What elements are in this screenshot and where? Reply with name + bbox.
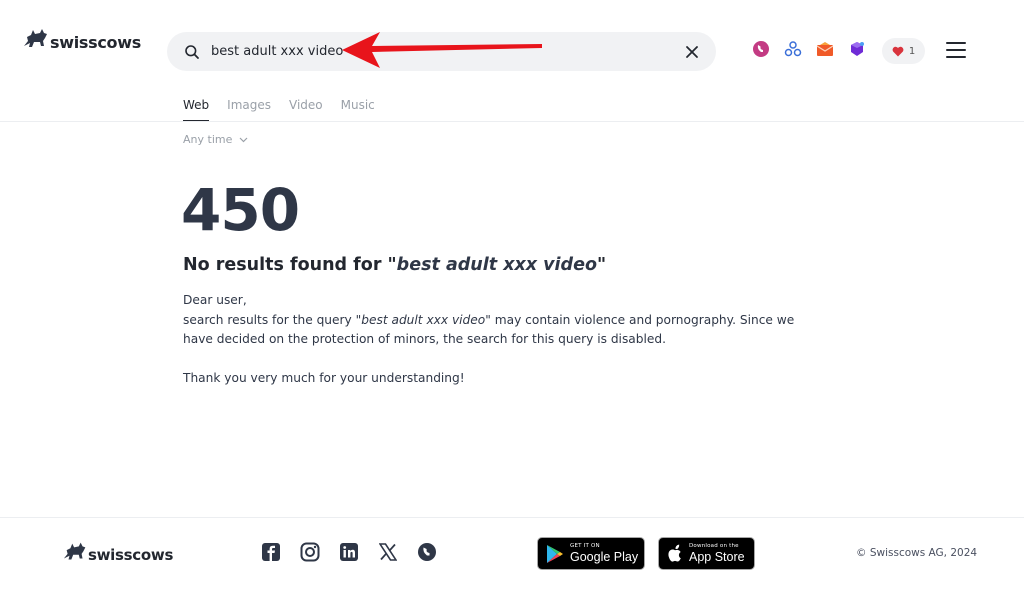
instagram-icon[interactable] (299, 541, 321, 563)
google-play-small-text: GET IT ON (570, 543, 600, 549)
heart-icon (892, 46, 904, 56)
tab-web[interactable]: Web (183, 98, 210, 122)
greeting-text: Dear user, (183, 293, 247, 307)
tabs-divider (0, 121, 1024, 122)
tab-images[interactable]: Images (227, 98, 271, 122)
cube-icon[interactable] (846, 38, 868, 60)
search-input[interactable] (211, 32, 671, 71)
no-results-title: No results found for "best adult xxx vid… (183, 255, 606, 275)
teleguard-icon[interactable] (750, 38, 772, 60)
x-icon[interactable] (377, 541, 399, 563)
google-play-badge[interactable]: GET IT ON Google Play (537, 537, 645, 570)
logo-text: swisscows (50, 33, 141, 52)
mail-icon[interactable] (814, 38, 836, 60)
title-suffix: " (596, 255, 607, 275)
google-play-icon (547, 544, 563, 563)
time-filter-dropdown[interactable]: Any time (183, 133, 248, 146)
chevron-down-icon (239, 137, 248, 143)
explanation-text: search results for the query "best adult… (183, 311, 803, 350)
footer-logo-text: swisscows (88, 546, 174, 564)
hamburger-menu-icon[interactable] (946, 42, 966, 58)
tab-music[interactable]: Music (341, 98, 375, 122)
teleguard-icon[interactable] (416, 541, 438, 563)
google-play-text: Google Play (570, 550, 639, 564)
time-filter-label: Any time (183, 133, 233, 146)
heart-count: 1 (908, 45, 916, 57)
linkedin-icon[interactable] (338, 541, 360, 563)
swisscows-logo[interactable]: swisscows (20, 24, 141, 54)
facebook-icon[interactable] (260, 541, 282, 563)
clear-search-icon[interactable] (684, 44, 700, 60)
thanks-text: Thank you very much for your understandi… (183, 371, 465, 385)
donation-heart-button[interactable]: 1 (882, 38, 925, 64)
vpn-icon[interactable] (782, 38, 804, 60)
app-store-small-text: Download on the (689, 543, 739, 549)
search-bar (167, 32, 716, 71)
msg-query: best adult xxx video (361, 312, 486, 327)
social-links (260, 541, 455, 563)
error-code: 450 (181, 176, 300, 244)
cow-icon (24, 29, 47, 47)
header-app-icons (750, 38, 878, 60)
title-prefix: No results found for " (183, 255, 397, 275)
header: swisscows best adult xxx video 1 (0, 0, 1024, 96)
copyright: © Swisscows AG, 2024 (856, 547, 978, 559)
msg-prefix: search results for the query " (183, 312, 362, 327)
title-query: best adult xxx video (396, 255, 597, 275)
footer-divider (0, 517, 1024, 518)
app-store-badge[interactable]: Download on the App Store (658, 537, 755, 570)
search-tabs: Web Images Video Music (183, 98, 393, 122)
tab-video[interactable]: Video (289, 98, 323, 122)
footer-logo[interactable]: swisscows (60, 538, 173, 566)
app-store-text: App Store (689, 550, 745, 564)
apple-icon (668, 544, 681, 562)
search-icon[interactable] (184, 44, 200, 60)
blocked-message: Dear user, search results for the query … (183, 291, 803, 389)
